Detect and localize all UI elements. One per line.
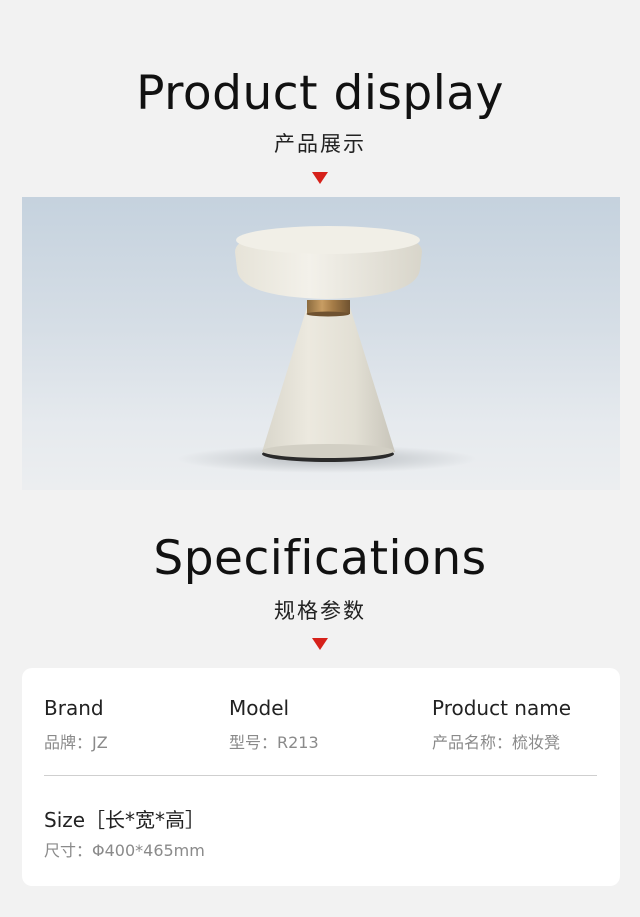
model-label: Model — [229, 696, 290, 720]
down-triangle-icon — [312, 638, 328, 650]
stool-illustration — [177, 226, 477, 473]
model-value: 型号：R213 — [229, 733, 319, 752]
specifications-title: Specifications — [153, 531, 487, 586]
specs-card: Brand 品牌：JZ Model 型号：R213 Product name 产… — [22, 668, 620, 886]
specifications-subtitle: 规格参数 — [274, 599, 366, 623]
product-display-subtitle: 产品展示 — [274, 132, 366, 156]
stool-seat-top — [236, 226, 420, 254]
stool-cone-base — [262, 307, 395, 460]
brand-value: 品牌：JZ — [44, 733, 108, 752]
product-name-label: Product name — [432, 696, 572, 720]
down-triangle-icon — [312, 172, 328, 184]
brand-label: Brand — [44, 696, 104, 720]
product-name-value: 产品名称：梳妆凳 — [432, 733, 561, 752]
product-photo — [22, 197, 620, 490]
size-value: 尺寸：Φ400*465mm — [44, 841, 205, 860]
product-display-title: Product display — [136, 66, 504, 121]
size-label: Size［长*宽*高］ — [44, 808, 206, 832]
spec-divider — [44, 775, 597, 776]
